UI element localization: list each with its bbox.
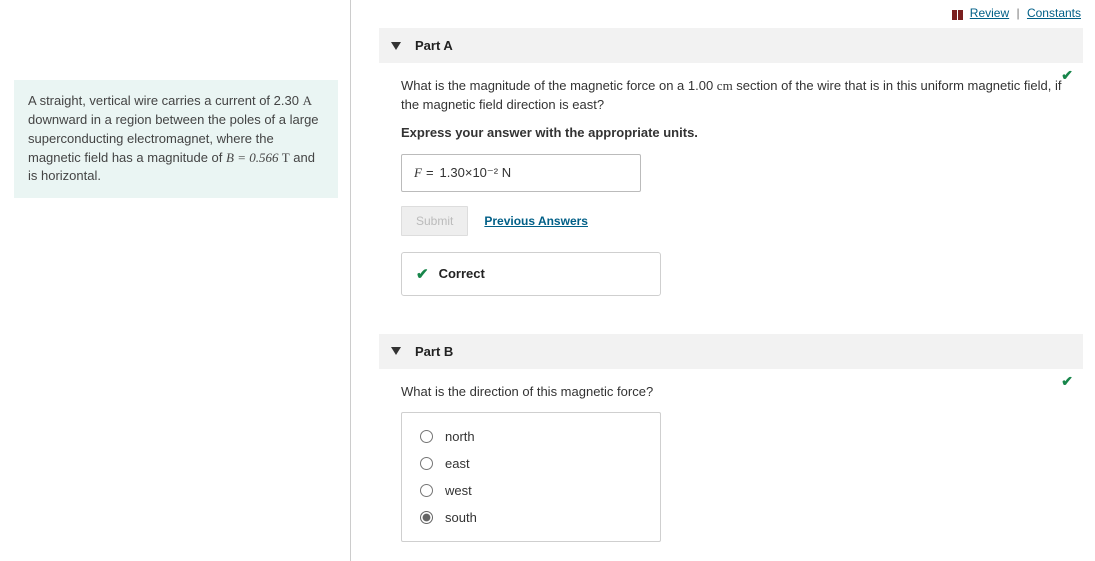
- radio-label: east: [445, 456, 470, 471]
- problem-sidebar: A straight, vertical wire carries a curr…: [0, 0, 350, 561]
- collapse-icon: [391, 42, 401, 50]
- answer-input-box[interactable]: F = 1.30×10⁻² N: [401, 154, 641, 192]
- q-text-1: What is the magnitude of the magnetic fo…: [401, 78, 717, 93]
- equals-sign: =: [426, 165, 434, 180]
- problem-text-1: A straight, vertical wire carries a curr…: [28, 93, 303, 108]
- radio-east[interactable]: [420, 457, 433, 470]
- top-links: Review | Constants: [952, 6, 1081, 20]
- answer-symbol: F: [414, 165, 422, 181]
- radio-option-east[interactable]: east: [416, 450, 646, 477]
- part-b: Part B ✔ What is the direction of this m…: [379, 334, 1083, 548]
- feedback-text: Correct: [439, 266, 485, 281]
- radio-south[interactable]: [420, 511, 433, 524]
- problem-statement: A straight, vertical wire carries a curr…: [14, 80, 338, 198]
- part-b-checkmark-icon: ✔: [1061, 373, 1073, 390]
- part-a-body: What is the magnitude of the magnetic fo…: [379, 63, 1083, 302]
- answer-value: 1.30×10⁻² N: [440, 165, 512, 181]
- flag-icon: [952, 9, 964, 19]
- unit-cm: cm: [717, 78, 733, 93]
- part-b-question: What is the direction of this magnetic f…: [401, 383, 1077, 402]
- part-a-title: Part A: [415, 38, 453, 53]
- separator: |: [1017, 6, 1020, 20]
- unit-tesla: T: [282, 150, 290, 165]
- radio-label: west: [445, 483, 472, 498]
- check-icon: ✔: [416, 265, 429, 283]
- unit-amp: A: [303, 93, 312, 108]
- collapse-icon: [391, 347, 401, 355]
- radio-option-west[interactable]: west: [416, 477, 646, 504]
- part-a-checkmark-icon: ✔: [1061, 67, 1073, 84]
- action-row: Submit Previous Answers: [401, 206, 1077, 236]
- feedback-box: ✔ Correct: [401, 252, 661, 296]
- part-a-question: What is the magnitude of the magnetic fo…: [401, 77, 1077, 115]
- radio-label: north: [445, 429, 475, 444]
- part-a-instruction: Express your answer with the appropriate…: [401, 125, 1077, 140]
- radio-label: south: [445, 510, 477, 525]
- part-a: Part A ✔ What is the magnitude of the ma…: [379, 28, 1083, 302]
- direction-radio-group: north east west south: [401, 412, 661, 542]
- previous-answers-link[interactable]: Previous Answers: [484, 214, 588, 228]
- radio-option-south[interactable]: south: [416, 504, 646, 531]
- part-a-header[interactable]: Part A ✔: [379, 28, 1083, 63]
- review-link[interactable]: Review: [970, 6, 1009, 20]
- submit-button[interactable]: Submit: [401, 206, 468, 236]
- content-area: Review | Constants Part A ✔ What is the …: [351, 0, 1095, 561]
- radio-north[interactable]: [420, 430, 433, 443]
- part-b-body: What is the direction of this magnetic f…: [379, 369, 1083, 548]
- radio-west[interactable]: [420, 484, 433, 497]
- part-b-header[interactable]: Part B ✔: [379, 334, 1083, 369]
- field-equation: B = 0.566: [226, 150, 282, 165]
- constants-link[interactable]: Constants: [1027, 6, 1081, 20]
- part-b-title: Part B: [415, 344, 453, 359]
- radio-option-north[interactable]: north: [416, 423, 646, 450]
